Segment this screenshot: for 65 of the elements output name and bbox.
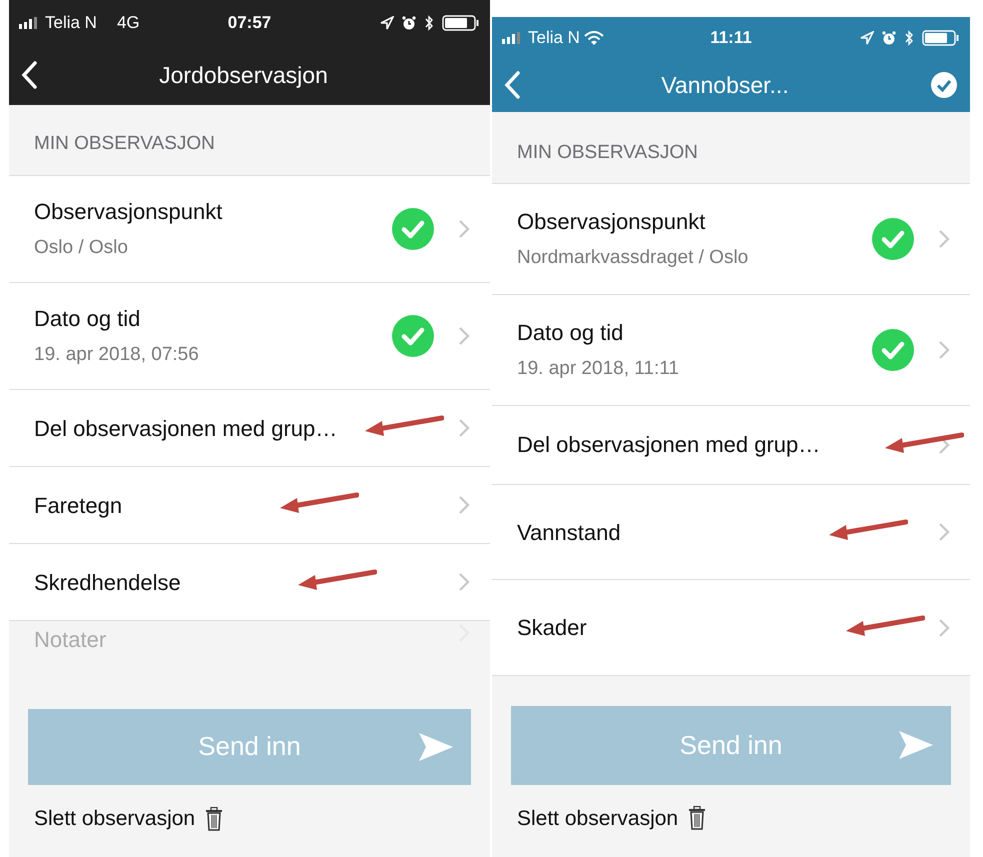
bluetooth-icon [904,30,914,46]
screen-title: Vannobser... [660,70,790,100]
list-row[interactable]: Skader [492,580,970,676]
status-time: 07:57 [226,12,272,34]
chevron-icon [458,418,470,438]
check-icon [392,208,434,250]
list-row[interactable]: Vannstand [492,484,970,580]
location-icon [860,30,874,44]
delete-link[interactable]: Slett observasjon [34,803,196,835]
row-subtitle: 19. apr 2018, 11:11 [517,357,680,382]
battery-icon [442,14,480,30]
row-subtitle: 19. apr 2018, 07:56 [34,343,200,368]
check-icon [930,71,958,99]
carrier-name: Telia N [528,26,580,49]
screen-title: Jordobservasjon [158,60,329,90]
row-title: Notater [34,626,106,654]
chevron-icon [458,572,470,592]
row-title: Vannstand [517,518,621,547]
chevron-icon [458,218,470,239]
wifi-icon [584,30,604,44]
confirm-button[interactable] [930,71,958,99]
list-row[interactable]: Dato og tid 19. apr 2018, 11:11 [492,295,970,406]
carrier-name: Telia N [45,12,97,34]
network-type: 4G [116,12,140,34]
alarm-icon [402,16,416,30]
row-title: Faretegn [34,492,122,520]
list-row[interactable]: Del observasjonen med grup… [492,406,970,485]
row-title: Observasjonspunkt [517,208,706,236]
battery-icon [922,30,960,46]
back-button[interactable] [21,61,37,89]
back-icon [21,61,37,89]
back-icon [504,71,520,99]
check-icon [392,315,434,358]
trash-icon [205,807,224,832]
list-row[interactable]: Dato og tid 19. apr 2018, 07:56 [9,283,490,390]
chevron-icon [938,340,950,360]
delete-link[interactable]: Slett observasjon [517,802,678,834]
chevron-icon [458,495,470,516]
alarm-icon [882,30,896,44]
location-icon [380,16,394,30]
list-row[interactable]: Del observasjonen med grup… [9,390,490,468]
check-icon [872,218,914,260]
row-title: Skader [517,614,587,642]
list-row[interactable]: Skredhendelse [9,544,490,622]
row-title: Observasjonspunkt [34,198,222,226]
status-time: 11:11 [709,26,753,49]
row-title: Dato og tid [517,319,624,348]
row-subtitle: Nordmarkvassdraget / Oslo [517,246,750,270]
row-subtitle: Oslo / Oslo [34,236,129,260]
list-row[interactable]: Observasjonspunkt Oslo / Oslo [9,176,490,284]
check-icon [872,328,914,371]
row-title: Del observasjonen med grup… [517,431,820,460]
bluetooth-icon [424,14,434,30]
send-icon [898,730,934,760]
row-title: Skredhendelse [34,568,181,597]
send-icon [418,732,454,762]
row-title: Del observasjonen med grup… [34,414,338,443]
chevron-icon [458,326,470,346]
list-row[interactable]: Observasjonspunkt Nordmarkvassdraget / Oslo [492,184,970,296]
list-row[interactable]: Faretegn [9,467,490,544]
chevron-icon [938,229,950,250]
trash-icon [688,806,706,830]
chevron-icon [938,618,950,638]
chevron-icon [938,522,950,542]
row-title: Dato og tid [34,305,140,334]
